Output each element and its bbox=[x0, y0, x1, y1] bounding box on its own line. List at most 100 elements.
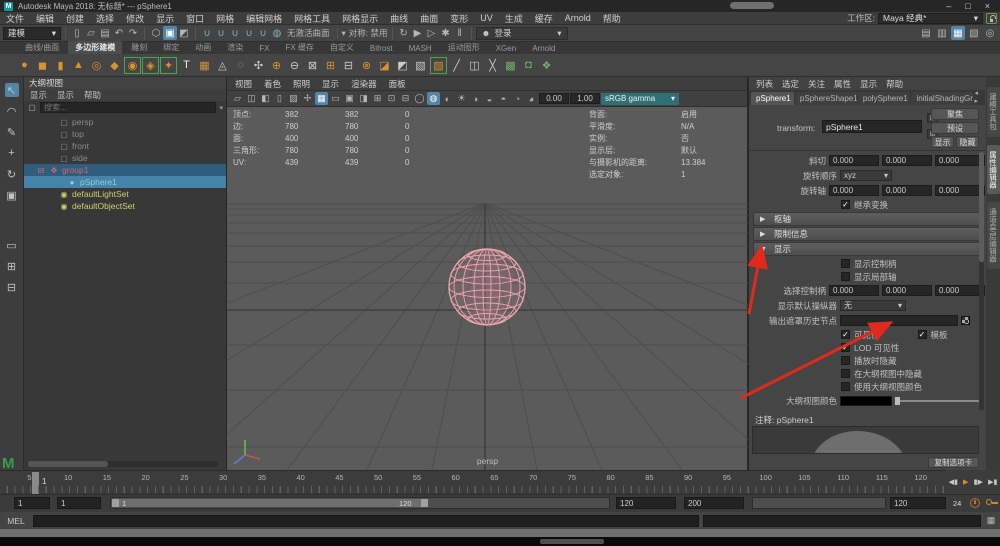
tool-icon[interactable]: ▣ bbox=[5, 188, 19, 202]
viewport-menu-item[interactable]: 照明 bbox=[293, 78, 310, 90]
outliner-search-input[interactable] bbox=[40, 102, 216, 113]
render-icon[interactable]: ✱ bbox=[439, 26, 453, 40]
outliner-item[interactable]: ▢ persp bbox=[24, 116, 226, 128]
outliner-color-slider[interactable] bbox=[895, 400, 981, 402]
selection-handle-x-field[interactable] bbox=[829, 285, 879, 296]
status-icon[interactable]: ▯ bbox=[70, 26, 84, 40]
shelf-item-icon[interactable]: ▮ bbox=[52, 57, 69, 74]
minimize-button[interactable]: – bbox=[946, 1, 951, 11]
animation-end-field[interactable] bbox=[684, 497, 744, 509]
shelf-item-icon[interactable]: ╳ bbox=[484, 57, 501, 74]
tool-icon[interactable]: ↖ bbox=[5, 83, 19, 97]
maximize-button[interactable]: □ bbox=[965, 1, 970, 11]
menu-item[interactable]: 文件 bbox=[0, 12, 30, 25]
playback-start-field[interactable] bbox=[57, 497, 101, 509]
outliner-item[interactable]: ⊟ ✥ group1 bbox=[24, 164, 226, 176]
lod-visibility-row[interactable]: LOD 可见性 bbox=[749, 341, 985, 354]
viewport-canvas[interactable]: 顶点: 382 382 0 边: 780 780 0 面: 400 400 0 bbox=[227, 107, 748, 470]
viewport-toolbar-icon[interactable]: ⊞ bbox=[371, 92, 384, 105]
shelf-item-icon[interactable]: ▲ bbox=[70, 57, 87, 74]
viewport-toolbar-icon[interactable]: ▣ bbox=[343, 92, 356, 105]
status-icon[interactable]: ▤ bbox=[98, 26, 112, 40]
show-button[interactable]: 显示 bbox=[931, 136, 954, 148]
selection-handle-y-field[interactable] bbox=[882, 285, 932, 296]
node-tab[interactable]: polySphere1 bbox=[858, 92, 911, 105]
shelf-item-icon[interactable]: ◌ bbox=[232, 57, 249, 74]
close-button[interactable]: × bbox=[985, 1, 990, 11]
attribute-editor-menu-item[interactable]: 关注 bbox=[808, 78, 825, 90]
show-manip-dropdown[interactable]: 无▾ bbox=[840, 300, 906, 311]
viewport-toolbar-icon[interactable]: ▭ bbox=[329, 92, 342, 105]
shelf-item-icon[interactable]: ⊕ bbox=[268, 57, 285, 74]
symmetry-dropdown[interactable]: ▾ 对称: 禁用 bbox=[342, 27, 388, 39]
shelf-item-icon[interactable]: ✣ bbox=[250, 57, 267, 74]
viewport-menu-item[interactable]: 显示 bbox=[322, 78, 339, 90]
hide-in-outliner-row[interactable]: 在大纲视图中隐藏 bbox=[749, 367, 985, 380]
menu-item[interactable]: 缓存 bbox=[529, 12, 559, 25]
lod-visibility-checkbox[interactable] bbox=[841, 343, 850, 352]
menu-item[interactable]: 变形 bbox=[444, 12, 474, 25]
menu-set-dropdown[interactable]: 建模 ▾ bbox=[3, 27, 61, 40]
shelf-item-icon[interactable]: ▧ bbox=[412, 57, 429, 74]
display-section-bar[interactable]: ▼ 显示 bbox=[753, 242, 981, 256]
selection-mask-icon[interactable]: ▣ bbox=[163, 26, 177, 40]
viewport-toolbar-icon[interactable]: ▯ bbox=[273, 92, 286, 105]
shelf-item-icon[interactable]: ╱ bbox=[448, 57, 465, 74]
shelf-tab[interactable]: 动画 bbox=[188, 41, 218, 54]
shelf-tab[interactable]: 绑定 bbox=[156, 41, 186, 54]
status-icon[interactable]: ↶ bbox=[112, 26, 126, 40]
outliner-color-swatch[interactable] bbox=[840, 396, 892, 406]
shelf-item-icon[interactable]: ▨ bbox=[430, 57, 447, 74]
snap-icon[interactable]: ∪ bbox=[228, 26, 242, 40]
menu-item[interactable]: 修改 bbox=[120, 12, 150, 25]
shelf-tab[interactable]: 运动图形 bbox=[441, 41, 487, 54]
tool-icon[interactable]: ◠ bbox=[5, 104, 19, 118]
shelf-tab[interactable]: XGen bbox=[489, 43, 523, 54]
attribute-editor-menu-item[interactable]: 属性 bbox=[834, 78, 851, 90]
shelf-item-icon[interactable]: ◬ bbox=[214, 57, 231, 74]
shelf-tab[interactable]: MASH bbox=[402, 43, 439, 54]
viewport-toolbar-icon[interactable]: ☀ bbox=[455, 92, 468, 105]
snap-icon[interactable]: ∪ bbox=[200, 26, 214, 40]
history-node-field[interactable] bbox=[840, 315, 958, 326]
playback-button[interactable]: ▶ bbox=[963, 478, 968, 486]
node-tab[interactable]: pSphereShape1 bbox=[795, 92, 857, 105]
command-input[interactable] bbox=[33, 515, 699, 527]
layout-shortcut-icon[interactable]: ⊟ bbox=[5, 280, 19, 294]
shelf-tab[interactable]: FX bbox=[252, 43, 276, 54]
secondary-end-field[interactable] bbox=[890, 497, 946, 509]
sidebar-toggle-icon[interactable]: ▥ bbox=[935, 26, 949, 40]
collapsed-section-bar[interactable]: ▶ 限制信息 bbox=[753, 227, 981, 241]
shelf-item-icon[interactable]: ⊠ bbox=[304, 57, 321, 74]
range-start-handle[interactable] bbox=[112, 499, 119, 507]
viewport-toolbar-icon[interactable]: ⊡ bbox=[385, 92, 398, 105]
shelf-item-icon[interactable]: ⊞ bbox=[322, 57, 339, 74]
shelf-item-icon[interactable]: ⊗ bbox=[358, 57, 375, 74]
status-icon[interactable]: ▱ bbox=[84, 26, 98, 40]
playback-button[interactable]: ▶▮ bbox=[988, 478, 997, 486]
live-surface-field[interactable]: 无激活曲面 bbox=[284, 27, 333, 39]
menu-item[interactable]: 窗口 bbox=[180, 12, 210, 25]
focus-button[interactable]: 聚焦 bbox=[931, 108, 979, 120]
search-filter-icon[interactable]: ▢ bbox=[27, 101, 37, 115]
animation-start-field[interactable] bbox=[14, 497, 50, 509]
colorspace-dropdown[interactable]: sRGB gamma▾ bbox=[601, 93, 679, 105]
menu-item[interactable]: 生成 bbox=[499, 12, 529, 25]
menu-item[interactable]: 显示 bbox=[150, 12, 180, 25]
transform-name-field[interactable] bbox=[822, 120, 922, 133]
viewport-toolbar-icon[interactable]: ◓ bbox=[497, 92, 510, 105]
shelf-tab[interactable]: Arnold bbox=[525, 43, 562, 54]
menu-item[interactable]: 曲线 bbox=[384, 12, 414, 25]
tool-icon[interactable]: ↻ bbox=[5, 167, 19, 181]
selection-handle-z-field[interactable] bbox=[935, 285, 985, 296]
shelf-item-icon[interactable]: T bbox=[178, 57, 195, 74]
secondary-range-slider[interactable] bbox=[752, 497, 886, 509]
inherit-transform-checkbox[interactable] bbox=[841, 200, 850, 209]
viewport-toolbar-icon[interactable]: ◍ bbox=[427, 92, 440, 105]
outliner-item[interactable]: ◉ defaultObjectSet bbox=[24, 200, 226, 212]
layout-shortcut-icon[interactable]: ⊞ bbox=[5, 259, 19, 273]
shear-z-field[interactable] bbox=[935, 155, 985, 166]
viewport-toolbar-icon[interactable]: ◕ bbox=[525, 92, 538, 105]
attribute-editor-menu-item[interactable]: 列表 bbox=[756, 78, 773, 90]
outliner-item[interactable]: ▢ top bbox=[24, 128, 226, 140]
